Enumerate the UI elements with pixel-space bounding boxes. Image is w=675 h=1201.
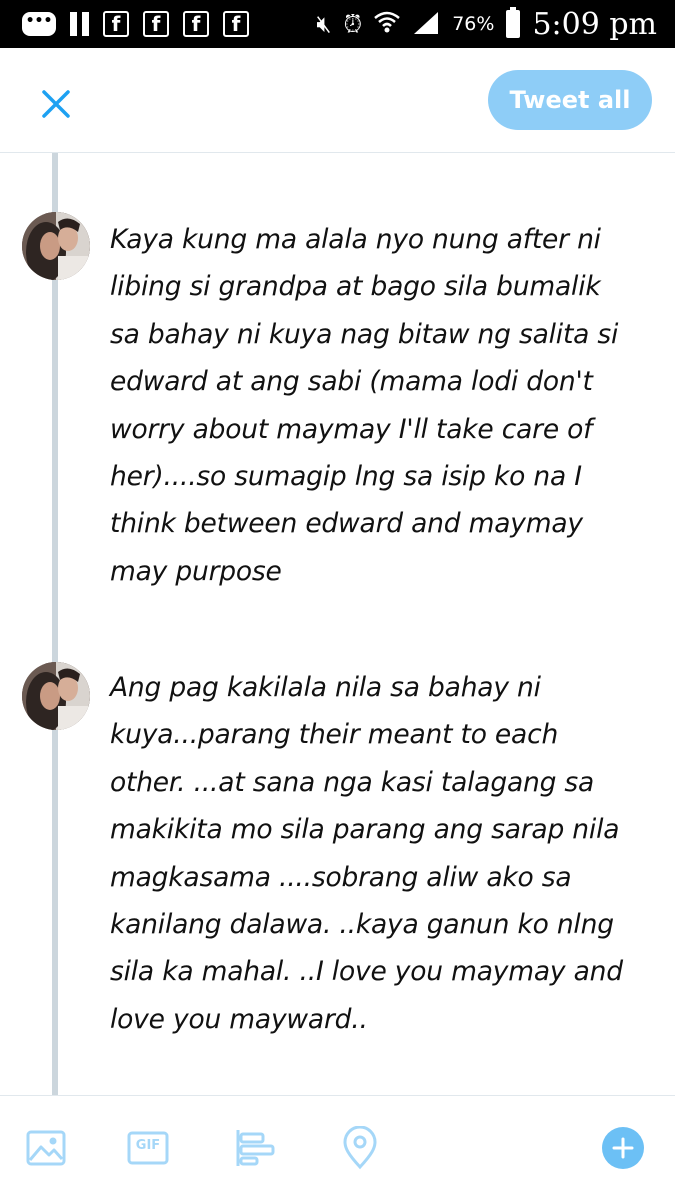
image-icon [26, 1130, 66, 1166]
tweet-all-button[interactable]: Tweet all [488, 70, 652, 130]
add-location-button[interactable] [338, 1125, 382, 1170]
wifi-icon [374, 10, 401, 38]
facebook-icon: f [183, 11, 209, 37]
status-time: 5:09 pm [532, 6, 657, 42]
mute-icon: 🔇︎ [316, 10, 332, 38]
compose-toolbar: GIF [0, 1095, 675, 1201]
add-image-button[interactable] [24, 1126, 68, 1170]
avatar[interactable] [22, 662, 90, 730]
compose-header: Tweet all [0, 48, 675, 153]
facebook-icon: f [223, 11, 249, 37]
close-icon [42, 90, 70, 118]
signal-icon [412, 10, 440, 38]
avatar[interactable] [22, 212, 90, 280]
battery-percent: 76% [452, 13, 495, 35]
location-icon [343, 1125, 377, 1170]
status-bar-system: 🔇︎ ⏰︎ 76% 5:09 pm [316, 0, 657, 48]
add-poll-button[interactable] [233, 1126, 277, 1170]
gif-label: GIF [135, 1138, 161, 1153]
tweet-text[interactable]: Kaya kung ma alala nyo nung after ni lib… [110, 216, 655, 595]
status-bar-notifications: ••• f f f f [22, 0, 249, 48]
facebook-icon: f [143, 11, 169, 37]
add-tweet-button[interactable] [602, 1127, 644, 1169]
tweet-text[interactable]: Ang pag kakilala nila sa bahay ni kuya..… [110, 664, 655, 1043]
thread-connector [52, 153, 58, 1095]
poll-icon [236, 1130, 275, 1166]
facebook-icon: f [103, 11, 129, 37]
message-icon: ••• [22, 12, 56, 36]
add-gif-button[interactable]: GIF [126, 1126, 170, 1170]
close-button[interactable] [30, 78, 82, 130]
add-tweet-icon [612, 1137, 634, 1159]
battery-icon [506, 7, 521, 38]
status-bar: ••• f f f f 🔇︎ ⏰︎ 76% 5:09 pm [0, 0, 675, 48]
pause-icon [70, 12, 89, 36]
alarm-icon: ⏰︎ [343, 10, 363, 38]
